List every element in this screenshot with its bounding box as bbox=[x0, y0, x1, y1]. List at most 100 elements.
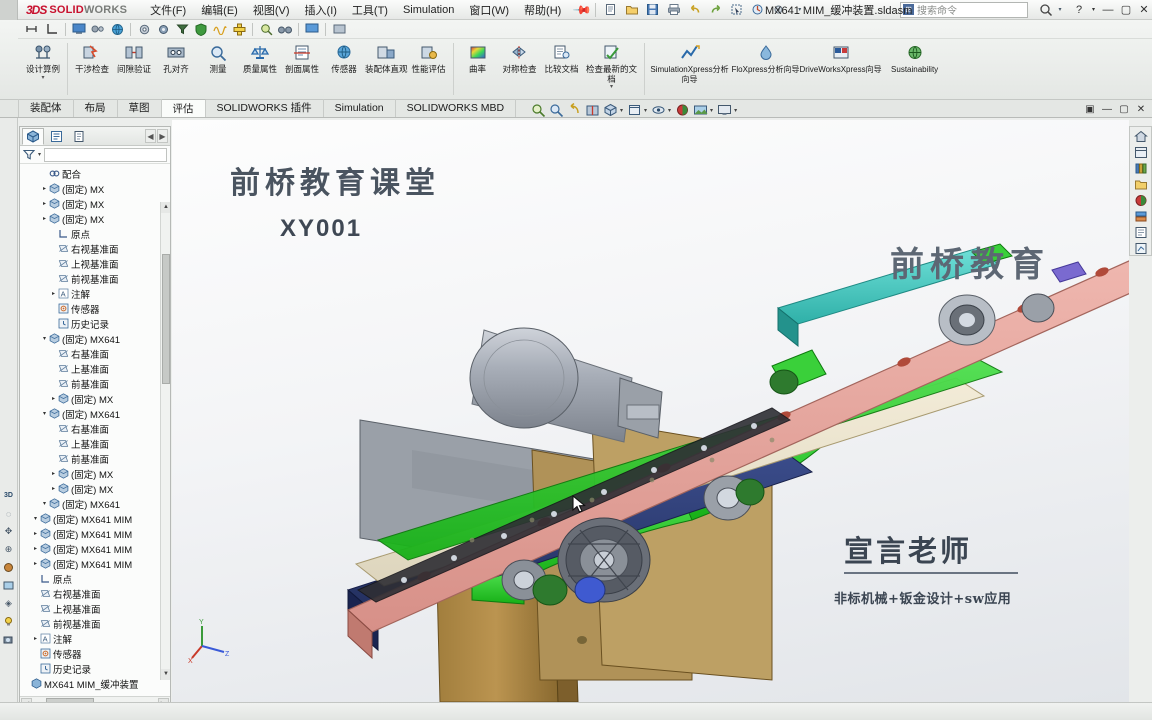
symmetry-check-button[interactable]: 对称检查 bbox=[499, 41, 541, 97]
print-icon[interactable] bbox=[664, 1, 683, 18]
more-commands-icon[interactable] bbox=[330, 21, 348, 38]
clearance-verification-button[interactable]: 间隙验证 bbox=[113, 41, 155, 97]
zoom-rail-icon[interactable]: ⊕ bbox=[1, 542, 16, 557]
compare-documents-button[interactable]: 比较文档 bbox=[541, 41, 583, 97]
tree-node[interactable]: 历史记录 bbox=[20, 316, 170, 331]
filter-dropdown-icon[interactable]: ▾ bbox=[38, 151, 41, 158]
tree-node[interactable]: ▾ (固定) MX641 bbox=[20, 331, 170, 346]
select-icon[interactable] bbox=[727, 1, 746, 18]
mate-icon[interactable] bbox=[230, 21, 248, 38]
doc-minimize-button[interactable]: — bbox=[1100, 102, 1114, 116]
tree-node[interactable]: 前基准面 bbox=[20, 376, 170, 391]
tab-assembly[interactable]: 装配体 bbox=[18, 99, 74, 117]
tree-node[interactable]: 右视基准面 bbox=[20, 241, 170, 256]
mass-properties-button[interactable]: 质量属性 bbox=[239, 41, 281, 97]
hide-show-items-icon[interactable] bbox=[650, 102, 667, 118]
collapse-arrow-icon[interactable]: ▾ bbox=[40, 335, 49, 342]
section-properties-button[interactable]: 剖面属性 bbox=[281, 41, 323, 97]
file-explorer-icon[interactable] bbox=[1131, 177, 1150, 191]
hole-alignment-button[interactable]: 孔对齐 bbox=[155, 41, 197, 97]
nav-left-button[interactable]: ◀ bbox=[145, 129, 156, 143]
tree-node[interactable]: 前视基准面 bbox=[20, 271, 170, 286]
3d-mode-icon[interactable]: 3D bbox=[1, 488, 16, 503]
expand-arrow-icon[interactable]: ▸ bbox=[49, 395, 58, 402]
curve-icon[interactable] bbox=[211, 21, 229, 38]
search-input[interactable]: 搜索命令 bbox=[917, 2, 957, 17]
tree-node[interactable]: ▾ (固定) MX641 bbox=[20, 406, 170, 421]
performance-evaluation-button[interactable]: 性能评估 bbox=[408, 41, 450, 97]
tree-node[interactable]: 原点 bbox=[20, 226, 170, 241]
close-button[interactable]: ✕ bbox=[1136, 2, 1152, 18]
appearance-rail-icon[interactable] bbox=[1, 560, 16, 575]
tree-node[interactable]: 前基准面 bbox=[20, 451, 170, 466]
zoom-icon[interactable] bbox=[257, 21, 275, 38]
search-dropdown-icon[interactable]: ▾ bbox=[1055, 1, 1065, 18]
tree-node[interactable]: 上视基准面 bbox=[20, 601, 170, 616]
chevron-down-icon[interactable]: ▾ bbox=[620, 107, 623, 114]
expand-arrow-icon[interactable]: ▸ bbox=[31, 635, 40, 642]
save-icon[interactable] bbox=[643, 1, 662, 18]
chevron-down-icon[interactable]: ▾ bbox=[41, 75, 44, 81]
view-orientation-icon[interactable] bbox=[602, 102, 619, 118]
chevron-down-icon[interactable]: ▾ bbox=[644, 107, 647, 114]
angle-tool-icon[interactable] bbox=[43, 21, 61, 38]
help-button[interactable]: ? bbox=[1071, 2, 1087, 18]
screen-icon[interactable] bbox=[303, 21, 321, 38]
menu-item-edit[interactable]: 编辑(E) bbox=[194, 0, 245, 20]
assembly-visualization-button[interactable]: 装配体直观 bbox=[365, 41, 408, 97]
globe-icon[interactable] bbox=[108, 21, 126, 38]
tree-node[interactable]: 历史记录 bbox=[20, 661, 170, 676]
view-rotate-icon[interactable]: ◌ bbox=[1, 506, 16, 521]
tree-node[interactable]: ▸ (固定) MX641 MIM bbox=[20, 556, 170, 571]
tree-node[interactable]: ▸ (固定) MX641 MIM bbox=[20, 526, 170, 541]
component-icon[interactable] bbox=[154, 21, 172, 38]
tree-node[interactable]: ▸ (固定) MX bbox=[20, 196, 170, 211]
measure-tool-icon[interactable] bbox=[24, 21, 42, 38]
tree-node[interactable]: 传感器 bbox=[20, 301, 170, 316]
filter-funnel-icon[interactable] bbox=[23, 149, 35, 160]
camera-rail-icon[interactable] bbox=[1, 632, 16, 647]
sensor-button[interactable]: 传感器 bbox=[323, 41, 365, 97]
menu-item-view[interactable]: 视图(V) bbox=[246, 0, 297, 20]
tab-layout[interactable]: 布局 bbox=[74, 99, 118, 117]
property-manager-tab[interactable] bbox=[45, 128, 67, 145]
minimize-button[interactable]: — bbox=[1100, 2, 1116, 18]
drawing-pane-icon[interactable] bbox=[1131, 241, 1150, 255]
tree-node[interactable]: ▸ (固定) MX bbox=[20, 181, 170, 196]
scene-icon[interactable] bbox=[692, 102, 709, 118]
home-icon[interactable] bbox=[1131, 129, 1150, 143]
tree-node[interactable]: ▸ (固定) MX bbox=[20, 466, 170, 481]
section-view-icon[interactable] bbox=[584, 102, 601, 118]
view-palette-icon[interactable] bbox=[1131, 193, 1150, 207]
tree-node[interactable]: 上视基准面 bbox=[20, 256, 170, 271]
expand-arrow-icon[interactable]: ▸ bbox=[49, 470, 58, 477]
binoculars-icon[interactable] bbox=[276, 21, 294, 38]
tree-node[interactable]: ▸ (固定) MX bbox=[20, 481, 170, 496]
tab-evaluate[interactable]: 评估 bbox=[161, 99, 206, 117]
display-state-icon[interactable] bbox=[70, 21, 88, 38]
menu-item-insert[interactable]: 插入(I) bbox=[298, 0, 344, 20]
menu-item-file[interactable]: 文件(F) bbox=[143, 0, 193, 20]
previous-view-icon[interactable] bbox=[566, 102, 583, 118]
expand-arrow-icon[interactable]: ▸ bbox=[40, 185, 49, 192]
display-style-icon[interactable] bbox=[626, 102, 643, 118]
shield-icon[interactable] bbox=[192, 21, 210, 38]
tree-root-node[interactable]: MX641 MIM_缓冲装置 bbox=[20, 676, 170, 691]
menu-item-tools[interactable]: 工具(T) bbox=[345, 0, 395, 20]
menu-item-simulation[interactable]: Simulation bbox=[396, 2, 461, 18]
task-pane-library-icon[interactable] bbox=[1131, 145, 1150, 159]
help-dropdown-icon[interactable]: ▾ bbox=[1089, 2, 1098, 18]
tree-vertical-scrollbar[interactable]: ▲ ▼ bbox=[160, 202, 170, 680]
zoom-to-fit-icon[interactable] bbox=[530, 102, 547, 118]
open-document-icon[interactable] bbox=[622, 1, 641, 18]
doc-maximize-button[interactable]: ▢ bbox=[1117, 102, 1131, 116]
expand-arrow-icon[interactable]: ▸ bbox=[49, 485, 58, 492]
graphics-viewport[interactable]: 前桥教育课堂 XY001 前桥教育 宣言老师 非标机械+钣金设计+sw应用 X … bbox=[172, 120, 1129, 702]
menu-item-window[interactable]: 窗口(W) bbox=[462, 0, 516, 20]
nav-right-button[interactable]: ▶ bbox=[157, 129, 168, 143]
expand-arrow-icon[interactable]: ▸ bbox=[31, 545, 40, 552]
tree-node[interactable]: ▸ A 注解 bbox=[20, 631, 170, 646]
light-rail-icon[interactable] bbox=[1, 614, 16, 629]
expand-arrow-icon[interactable]: ▸ bbox=[31, 530, 40, 537]
assembly-visualization-icon[interactable] bbox=[89, 21, 107, 38]
